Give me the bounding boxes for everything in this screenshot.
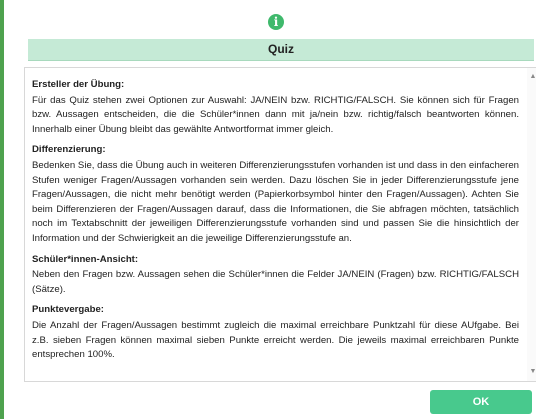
content-text: Ersteller der Übung: Für das Quiz stehen… (32, 78, 519, 369)
scroll-up-arrow-icon[interactable]: ▲ (527, 71, 536, 83)
section-text: Bedenken Sie, dass die Übung auch in wei… (32, 159, 519, 244)
vertical-scrollbar[interactable]: ▲ ▼ (527, 68, 536, 381)
section-student-view: Schüler*innen-Ansicht: Neben den Fragen … (32, 253, 519, 298)
section-text: Die Anzahl der Fragen/Aussagen bestimmt … (32, 319, 519, 361)
ok-button[interactable]: OK (430, 390, 532, 414)
info-icon: i (268, 14, 284, 30)
info-dialog: i Quiz Ersteller der Übung: Für das Quiz… (4, 0, 536, 419)
section-text: Neben den Fragen bzw. Aussagen sehen die… (32, 269, 519, 295)
section-text: Für das Quiz stehen zwei Optionen zur Au… (32, 94, 519, 135)
section-creator: Ersteller der Übung: Für das Quiz stehen… (32, 78, 519, 137)
section-heading: Ersteller der Übung: (32, 79, 125, 90)
dialog-content[interactable]: Ersteller der Übung: Für das Quiz stehen… (24, 67, 536, 382)
section-scoring: Punktevergabe: Die Anzahl der Fragen/Aus… (32, 303, 519, 362)
section-heading: Differenzierung: (32, 144, 106, 156)
dialog-title-bar: Quiz (28, 39, 534, 61)
section-differentiation: Differenzierung: Bedenken Sie, dass die … (32, 143, 519, 246)
dialog-title: Quiz (268, 42, 294, 56)
section-heading: Punktevergabe: (32, 304, 104, 316)
scroll-down-arrow-icon[interactable]: ▼ (527, 366, 536, 378)
section-heading: Schüler*innen-Ansicht: (32, 253, 139, 265)
